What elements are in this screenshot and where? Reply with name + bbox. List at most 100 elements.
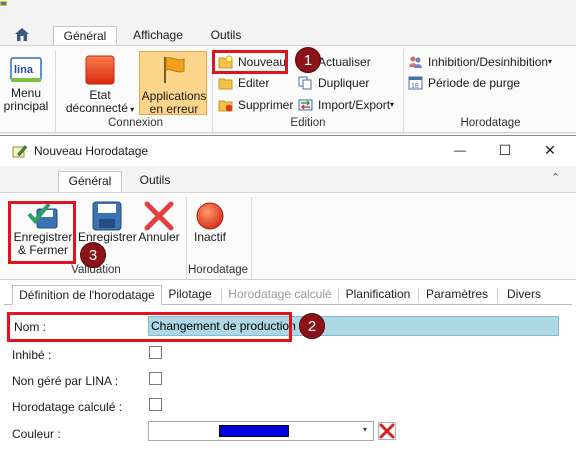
calendar-icon: 18 [408,76,423,90]
tab-general[interactable]: Général [53,26,117,47]
chevron-down-icon: ▾ [390,100,395,109]
close-button[interactable]: ✕ [537,138,563,164]
svg-text:lina: lina [14,64,34,76]
etat-deconnecte-button[interactable]: Etat déconnecté ▾ [64,54,136,116]
couleur-label: Couleur : [12,427,61,441]
inactif-label: Inactif [193,230,226,244]
lina-logo-icon: lina [10,57,42,82]
form-tab-planification[interactable]: Planification [340,285,416,305]
nouveau-horodatage-dialog: Nouveau Horodatage — ☐ ✕ Général Outils … [0,135,576,454]
callout-badge-2: 2 [299,313,325,339]
horodatage-calcule-checkbox[interactable] [149,398,162,411]
cancel-button[interactable]: Annuler [136,197,182,259]
import-export-icon [298,99,313,111]
group-separator [251,197,252,279]
etat-deconnecte-label: Etat déconnecté ▾ [65,88,135,115]
inactive-status-icon [196,202,224,230]
save-close-label: Enregistrer & Fermer [13,230,73,257]
flag-icon [164,57,185,83]
actualiser-label: Actualiser [318,55,371,69]
new-folder-icon [218,55,233,69]
non-gere-label: Non géré par LINA : [12,374,119,388]
chevron-down-icon: ▾ [548,57,553,66]
dupliquer-label: Dupliquer [318,76,370,90]
floppy-disk-icon [92,201,122,231]
delete-folder-icon [218,100,233,112]
dialog-tab-outils[interactable]: Outils [128,171,182,191]
group-separator [403,50,404,132]
form-tabs: Définition de l'horodatage Pilotage Horo… [4,285,572,305]
group-label-edition: Edition [290,117,326,129]
main-ribbon-body: lina Menu principal Etat déconnecté ▾ Ap… [0,45,576,133]
form-tab-horodatage-calcule[interactable]: Horodatage calculé [224,285,336,305]
tab-separator [221,288,222,302]
save-close-icon [27,202,58,229]
nouveau-button[interactable]: Nouveau [218,52,286,72]
nom-input[interactable]: Changement de production [148,316,559,336]
form-tab-pilotage[interactable]: Pilotage [164,285,216,305]
inhibition-icon [409,56,422,68]
group-label-horodatage: Horodatage [460,117,521,129]
main-ribbon: Général Affichage Outils lina Menu princi… [0,0,576,135]
group-separator [55,50,56,132]
app-icon [0,1,7,6]
save-close-button[interactable]: Enregistrer & Fermer [10,197,76,259]
nom-input-value: Changement de production [151,319,296,333]
svg-text:18: 18 [411,83,419,90]
home-button[interactable] [8,24,36,46]
tab-separator [418,288,419,302]
clear-color-button[interactable] [376,421,398,441]
import-export-button[interactable]: Import/Export ▾ [298,95,400,115]
duplicate-icon [298,76,312,90]
tab-outils[interactable]: Outils [198,26,254,46]
chevron-down-icon: ▾ [363,425,368,434]
inhibition-button[interactable]: Inhibition/Desinhibition ▾ [408,52,558,72]
horodatage-calcule-label: Horodatage calculé : [12,400,123,414]
form-tab-definition[interactable]: Définition de l'horodatage [12,285,162,305]
disconnected-status-icon [85,55,115,85]
callout-badge-3: 3 [80,242,106,268]
group-separator [212,50,213,132]
dialog-tab-general[interactable]: Général [58,171,122,192]
inhibe-checkbox[interactable] [149,346,162,359]
minimize-button[interactable]: — [447,138,473,164]
edit-folder-icon [218,78,233,90]
nom-label: Nom : [14,320,47,334]
periode-purge-label: Période de purge [428,76,521,90]
inhibition-label: Inhibition/Desinhibition [428,55,549,69]
non-gere-checkbox[interactable] [149,372,162,385]
nouveau-label: Nouveau [238,55,287,69]
pencil-note-icon [12,145,27,158]
dupliquer-button[interactable]: Dupliquer [298,73,382,93]
group-label-connexion: Connexion [108,117,163,129]
supprimer-button[interactable]: Supprimer [218,95,294,115]
tab-affichage[interactable]: Affichage [121,26,195,46]
home-icon [15,28,29,41]
tab-separator [338,288,339,302]
tab-separator [497,288,498,302]
supprimer-label: Supprimer [238,98,294,112]
inactif-button[interactable]: Inactif [188,197,232,259]
clear-x-icon [378,422,396,440]
save-label: Enregistrer [78,230,137,244]
editer-button[interactable]: Editer [218,73,286,93]
group-label-horodatage-dialog: Horodatage [187,264,249,276]
cancel-x-icon [144,201,174,231]
callout-badge-1: 1 [295,47,321,73]
collapse-ribbon-button[interactable]: ⌃ [551,171,565,187]
maximize-button[interactable]: ☐ [492,138,518,164]
periode-purge-button[interactable]: 18 Période de purge [408,73,521,93]
import-export-label: Import/Export [318,98,391,112]
menu-principal-label: Menu principal [3,86,49,113]
form-tab-parametres[interactable]: Paramètres [420,285,494,305]
cancel-label: Annuler [138,230,180,244]
form-tab-divers[interactable]: Divers [499,285,549,305]
inhibe-label: Inhibé : [12,348,52,362]
menu-principal-button[interactable]: lina Menu principal [2,54,50,114]
couleur-select[interactable]: ▾ [148,421,374,441]
dialog-title: Nouveau Horodatage [34,144,149,158]
applications-en-erreur-label: Applications en erreur [141,89,207,116]
dialog-ribbon-body: Enregistrer & Fermer Enregistrer Annuler … [0,192,576,280]
applications-en-erreur-button[interactable]: Applications en erreur [139,51,207,116]
dialog-ribbon-tabs: Général Outils ⌃ [0,166,576,192]
